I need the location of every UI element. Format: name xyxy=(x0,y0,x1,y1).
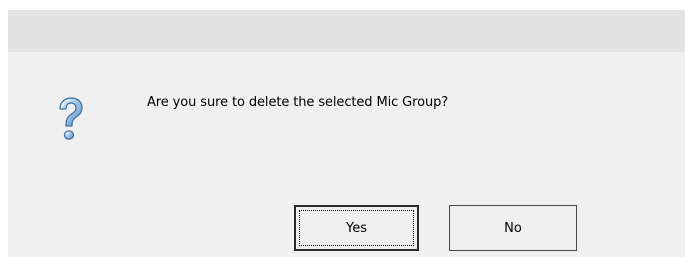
no-button-label: No xyxy=(504,220,522,236)
confirm-dialog: Are you sure to delete the selected Mic … xyxy=(8,10,685,257)
question-icon xyxy=(59,97,83,140)
yes-button-label: Yes xyxy=(346,220,367,236)
yes-button[interactable]: Yes xyxy=(294,205,419,251)
no-button[interactable]: No xyxy=(449,205,577,251)
dialog-body: Are you sure to delete the selected Mic … xyxy=(8,52,685,257)
dialog-message: Are you sure to delete the selected Mic … xyxy=(147,95,449,110)
dialog-titlebar[interactable] xyxy=(8,10,685,52)
